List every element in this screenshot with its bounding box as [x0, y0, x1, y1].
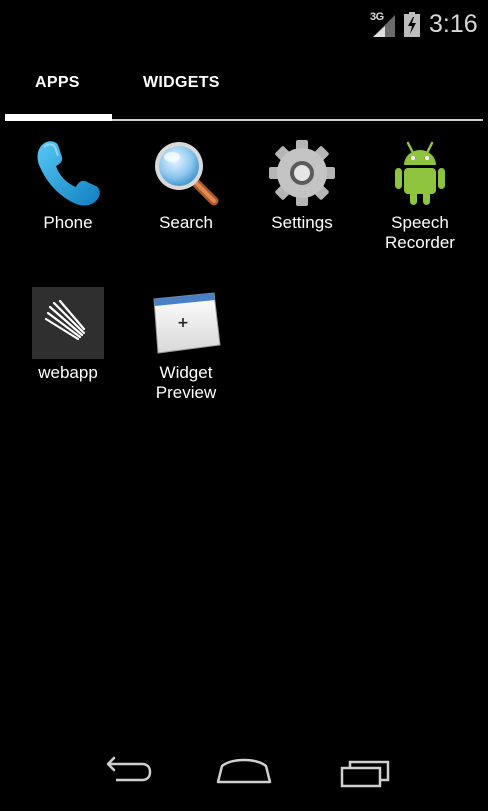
clock: 3:16: [429, 10, 478, 38]
app-speech-recorder[interactable]: Speech Recorder: [361, 137, 479, 267]
search-icon: [155, 142, 219, 206]
tab-widgets[interactable]: WIDGETS: [143, 74, 220, 92]
signal-strength-icon: [373, 15, 395, 37]
app-settings[interactable]: Settings: [243, 137, 361, 267]
gear-icon: [269, 140, 335, 206]
app-label: webapp: [38, 363, 98, 382]
app-webapp[interactable]: webapp: [9, 287, 127, 417]
app-widget-preview[interactable]: + Widget Preview: [127, 287, 245, 417]
app-search[interactable]: Search: [127, 137, 245, 267]
widget-preview-icon: +: [153, 292, 221, 354]
battery-charging-icon: [404, 12, 420, 37]
home-icon[interactable]: [214, 752, 274, 792]
webapp-icon: [32, 287, 104, 359]
app-phone[interactable]: Phone: [9, 137, 127, 267]
android-icon: [395, 141, 445, 205]
tab-apps[interactable]: APPS: [35, 74, 80, 92]
phone-icon: [37, 141, 100, 206]
status-bar: 3G 3:16: [0, 0, 488, 50]
app-label: Phone: [43, 213, 93, 232]
app-label: Settings: [271, 213, 333, 232]
recent-apps-icon[interactable]: [336, 752, 396, 792]
app-label: Widget Preview: [155, 363, 217, 402]
svg-text:+: +: [177, 315, 189, 331]
tab-selected-indicator: [5, 114, 112, 121]
app-label: Speech Recorder: [385, 213, 455, 252]
app-label: Search: [159, 213, 213, 232]
back-icon[interactable]: [94, 752, 154, 792]
